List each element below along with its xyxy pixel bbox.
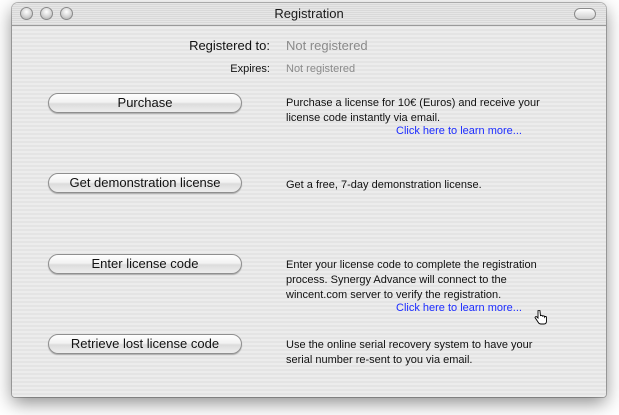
enter-license-desc-line: Enter your license code to complete the …: [286, 259, 537, 271]
expires-value: Not registered: [286, 63, 356, 75]
retrieve-lost-license-code-button[interactable]: Retrieve lost license code: [48, 334, 242, 354]
retrieve-description: Use the online serial recovery system to…: [286, 338, 576, 368]
retrieve-desc-line: serial number re-sent to you via email.: [286, 354, 473, 366]
enter-license-desc-line: wincent.com server to verify the registr…: [286, 289, 502, 301]
enter-license-description: Enter your license code to complete the …: [286, 258, 576, 303]
purchase-desc-line: license code instantly via email.: [286, 112, 441, 124]
demonstration-description: Get a free, 7-day demonstration license.: [286, 178, 576, 193]
purchase-learn-more-link[interactable]: Click here to learn more...: [396, 125, 522, 137]
expires-label: Expires:: [230, 63, 270, 75]
enter-license-learn-more-link[interactable]: Click here to learn more...: [396, 302, 522, 314]
enter-license-code-button[interactable]: Enter license code: [48, 254, 242, 274]
toolbar-toggle-button[interactable]: [574, 8, 596, 20]
registered-to-label: Registered to:: [189, 38, 270, 53]
enter-license-desc-line: process. Synergy Advance will connect to…: [286, 274, 507, 286]
registered-to-value: Not registered: [286, 38, 368, 53]
retrieve-desc-line: Use the online serial recovery system to…: [286, 339, 533, 351]
purchase-desc-line: Purchase a license for 10€ (Euros) and r…: [286, 97, 540, 109]
get-demonstration-license-button[interactable]: Get demonstration license: [48, 173, 242, 193]
purchase-description: Purchase a license for 10€ (Euros) and r…: [286, 96, 576, 126]
window-title: Registration: [274, 6, 344, 21]
title-bar[interactable]: Registration: [12, 3, 606, 26]
pointing-hand-cursor-icon: [534, 310, 547, 325]
purchase-button[interactable]: Purchase: [48, 93, 242, 113]
demonstration-desc-line: Get a free, 7-day demonstration license.: [286, 179, 482, 191]
